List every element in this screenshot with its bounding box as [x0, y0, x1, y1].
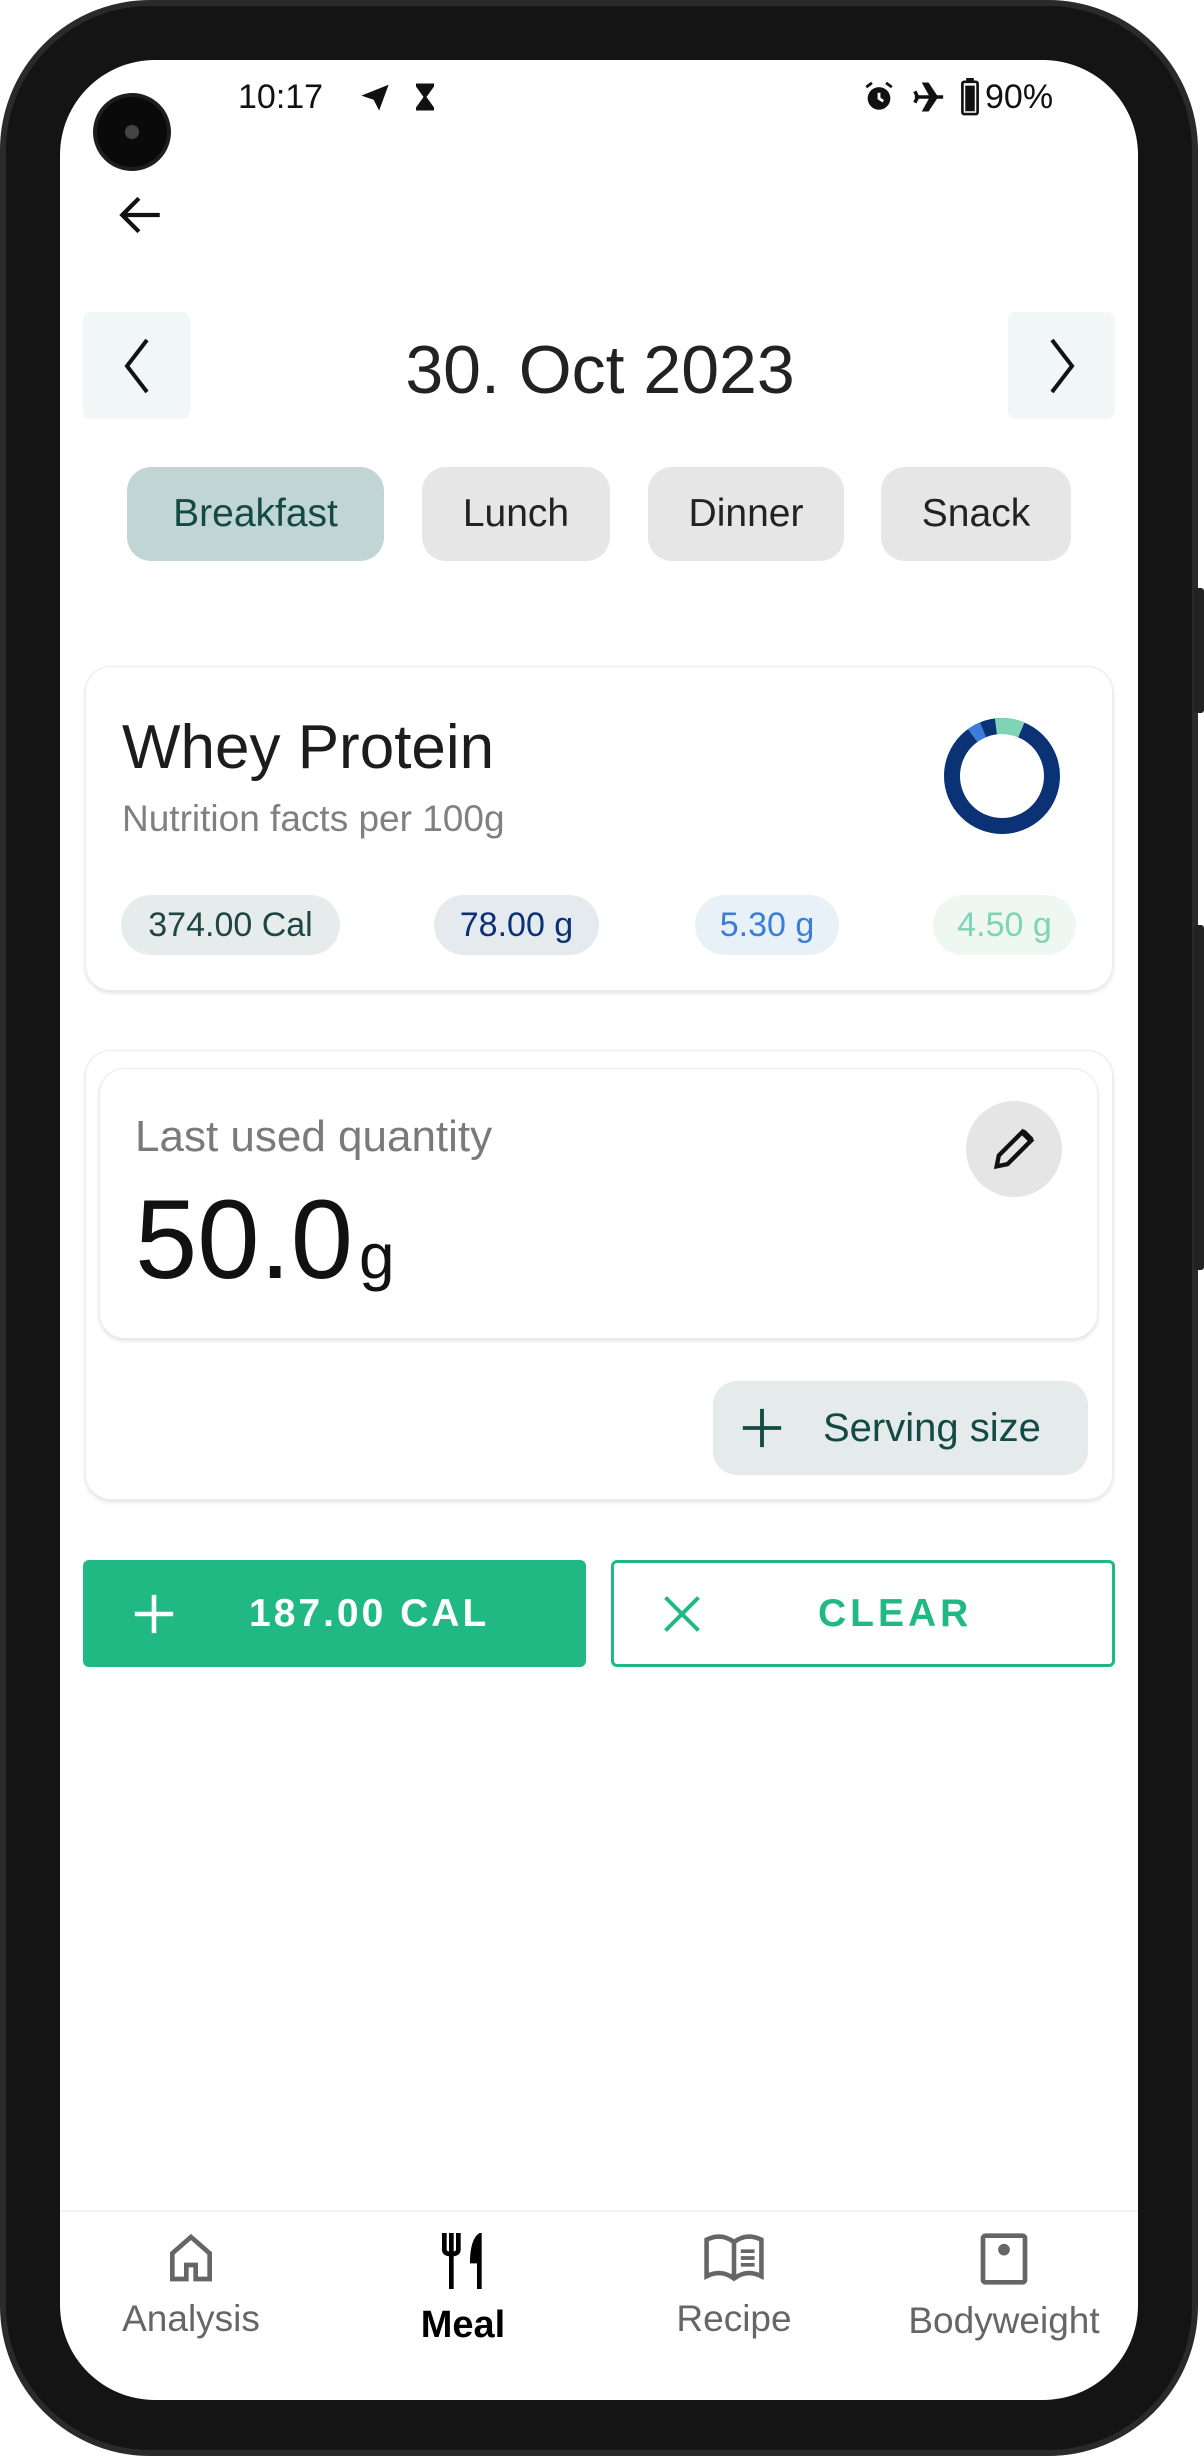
airplane-icon — [913, 82, 944, 112]
hourglass-icon — [416, 83, 434, 111]
food-name: Whey Protein — [122, 713, 495, 782]
nav-meal[interactable]: Meal — [353, 2230, 573, 2370]
food-subtitle: Nutrition facts per 100g — [122, 798, 505, 839]
camera-cutout — [93, 93, 171, 171]
nav-label: Bodyweight — [908, 2300, 1100, 2341]
clear-button[interactable]: CLEAR — [611, 1560, 1115, 1667]
carbs-pill: 5.30 g — [695, 895, 839, 955]
quantity-unit: g — [358, 1220, 395, 1292]
plus-icon — [742, 1408, 782, 1448]
edit-quantity-button[interactable] — [966, 1101, 1062, 1197]
fork-knife-icon — [442, 2233, 482, 2289]
add-calories-button[interactable]: 187.00 CAL — [83, 1560, 586, 1667]
home-icon — [170, 2233, 212, 2282]
nav-label: Meal — [420, 2304, 506, 2346]
battery-icon — [961, 78, 979, 116]
nav-recipe[interactable]: Recipe — [624, 2230, 844, 2370]
add-calories-label: 187.00 CAL — [249, 1591, 490, 1635]
open-book-icon — [704, 2234, 764, 2282]
close-icon — [664, 1595, 700, 1632]
telegram-icon — [361, 84, 389, 111]
macro-donut-chart — [944, 718, 1060, 835]
previous-day-button[interactable] — [83, 312, 190, 419]
status-time: 10:17 — [238, 78, 324, 116]
quantity-value: 50.0 — [135, 1177, 353, 1302]
pencil-icon — [993, 1128, 1035, 1170]
nav-label: Analysis — [122, 2298, 260, 2339]
back-arrow-icon[interactable] — [115, 190, 167, 240]
date-label: 30. Oct 2023 — [405, 332, 795, 408]
power-button — [1194, 588, 1204, 713]
battery-percent: 90% — [985, 78, 1054, 116]
quantity-label: Last used quantity — [135, 1112, 493, 1161]
chevron-right-icon — [1049, 338, 1075, 393]
bottom-nav-divider — [60, 2210, 1138, 2212]
volume-button — [1194, 925, 1204, 1270]
protein-pill: 78.00 g — [434, 895, 599, 955]
tab-snack[interactable]: Snack — [881, 467, 1071, 561]
nav-label: Recipe — [676, 2298, 792, 2339]
nav-analysis[interactable]: Analysis — [81, 2230, 301, 2370]
serving-size-label: Serving size — [823, 1405, 1041, 1450]
alarm-icon — [865, 81, 893, 110]
clear-label: CLEAR — [818, 1591, 973, 1635]
chevron-left-icon — [123, 338, 149, 393]
quantity-value-group: 50.0 g — [135, 1175, 395, 1304]
calories-pill: 374.00 Cal — [121, 895, 340, 955]
nav-bodyweight[interactable]: Bodyweight — [894, 2230, 1114, 2370]
plus-icon — [134, 1594, 174, 1633]
tab-breakfast[interactable]: Breakfast — [127, 467, 384, 561]
tab-lunch[interactable]: Lunch — [422, 467, 610, 561]
fat-pill: 4.50 g — [933, 895, 1076, 955]
next-day-button[interactable] — [1008, 312, 1115, 419]
serving-size-button[interactable]: Serving size — [713, 1381, 1088, 1475]
scale-icon — [980, 2233, 1028, 2285]
tab-dinner[interactable]: Dinner — [648, 467, 844, 561]
protein-segment — [944, 718, 1060, 834]
